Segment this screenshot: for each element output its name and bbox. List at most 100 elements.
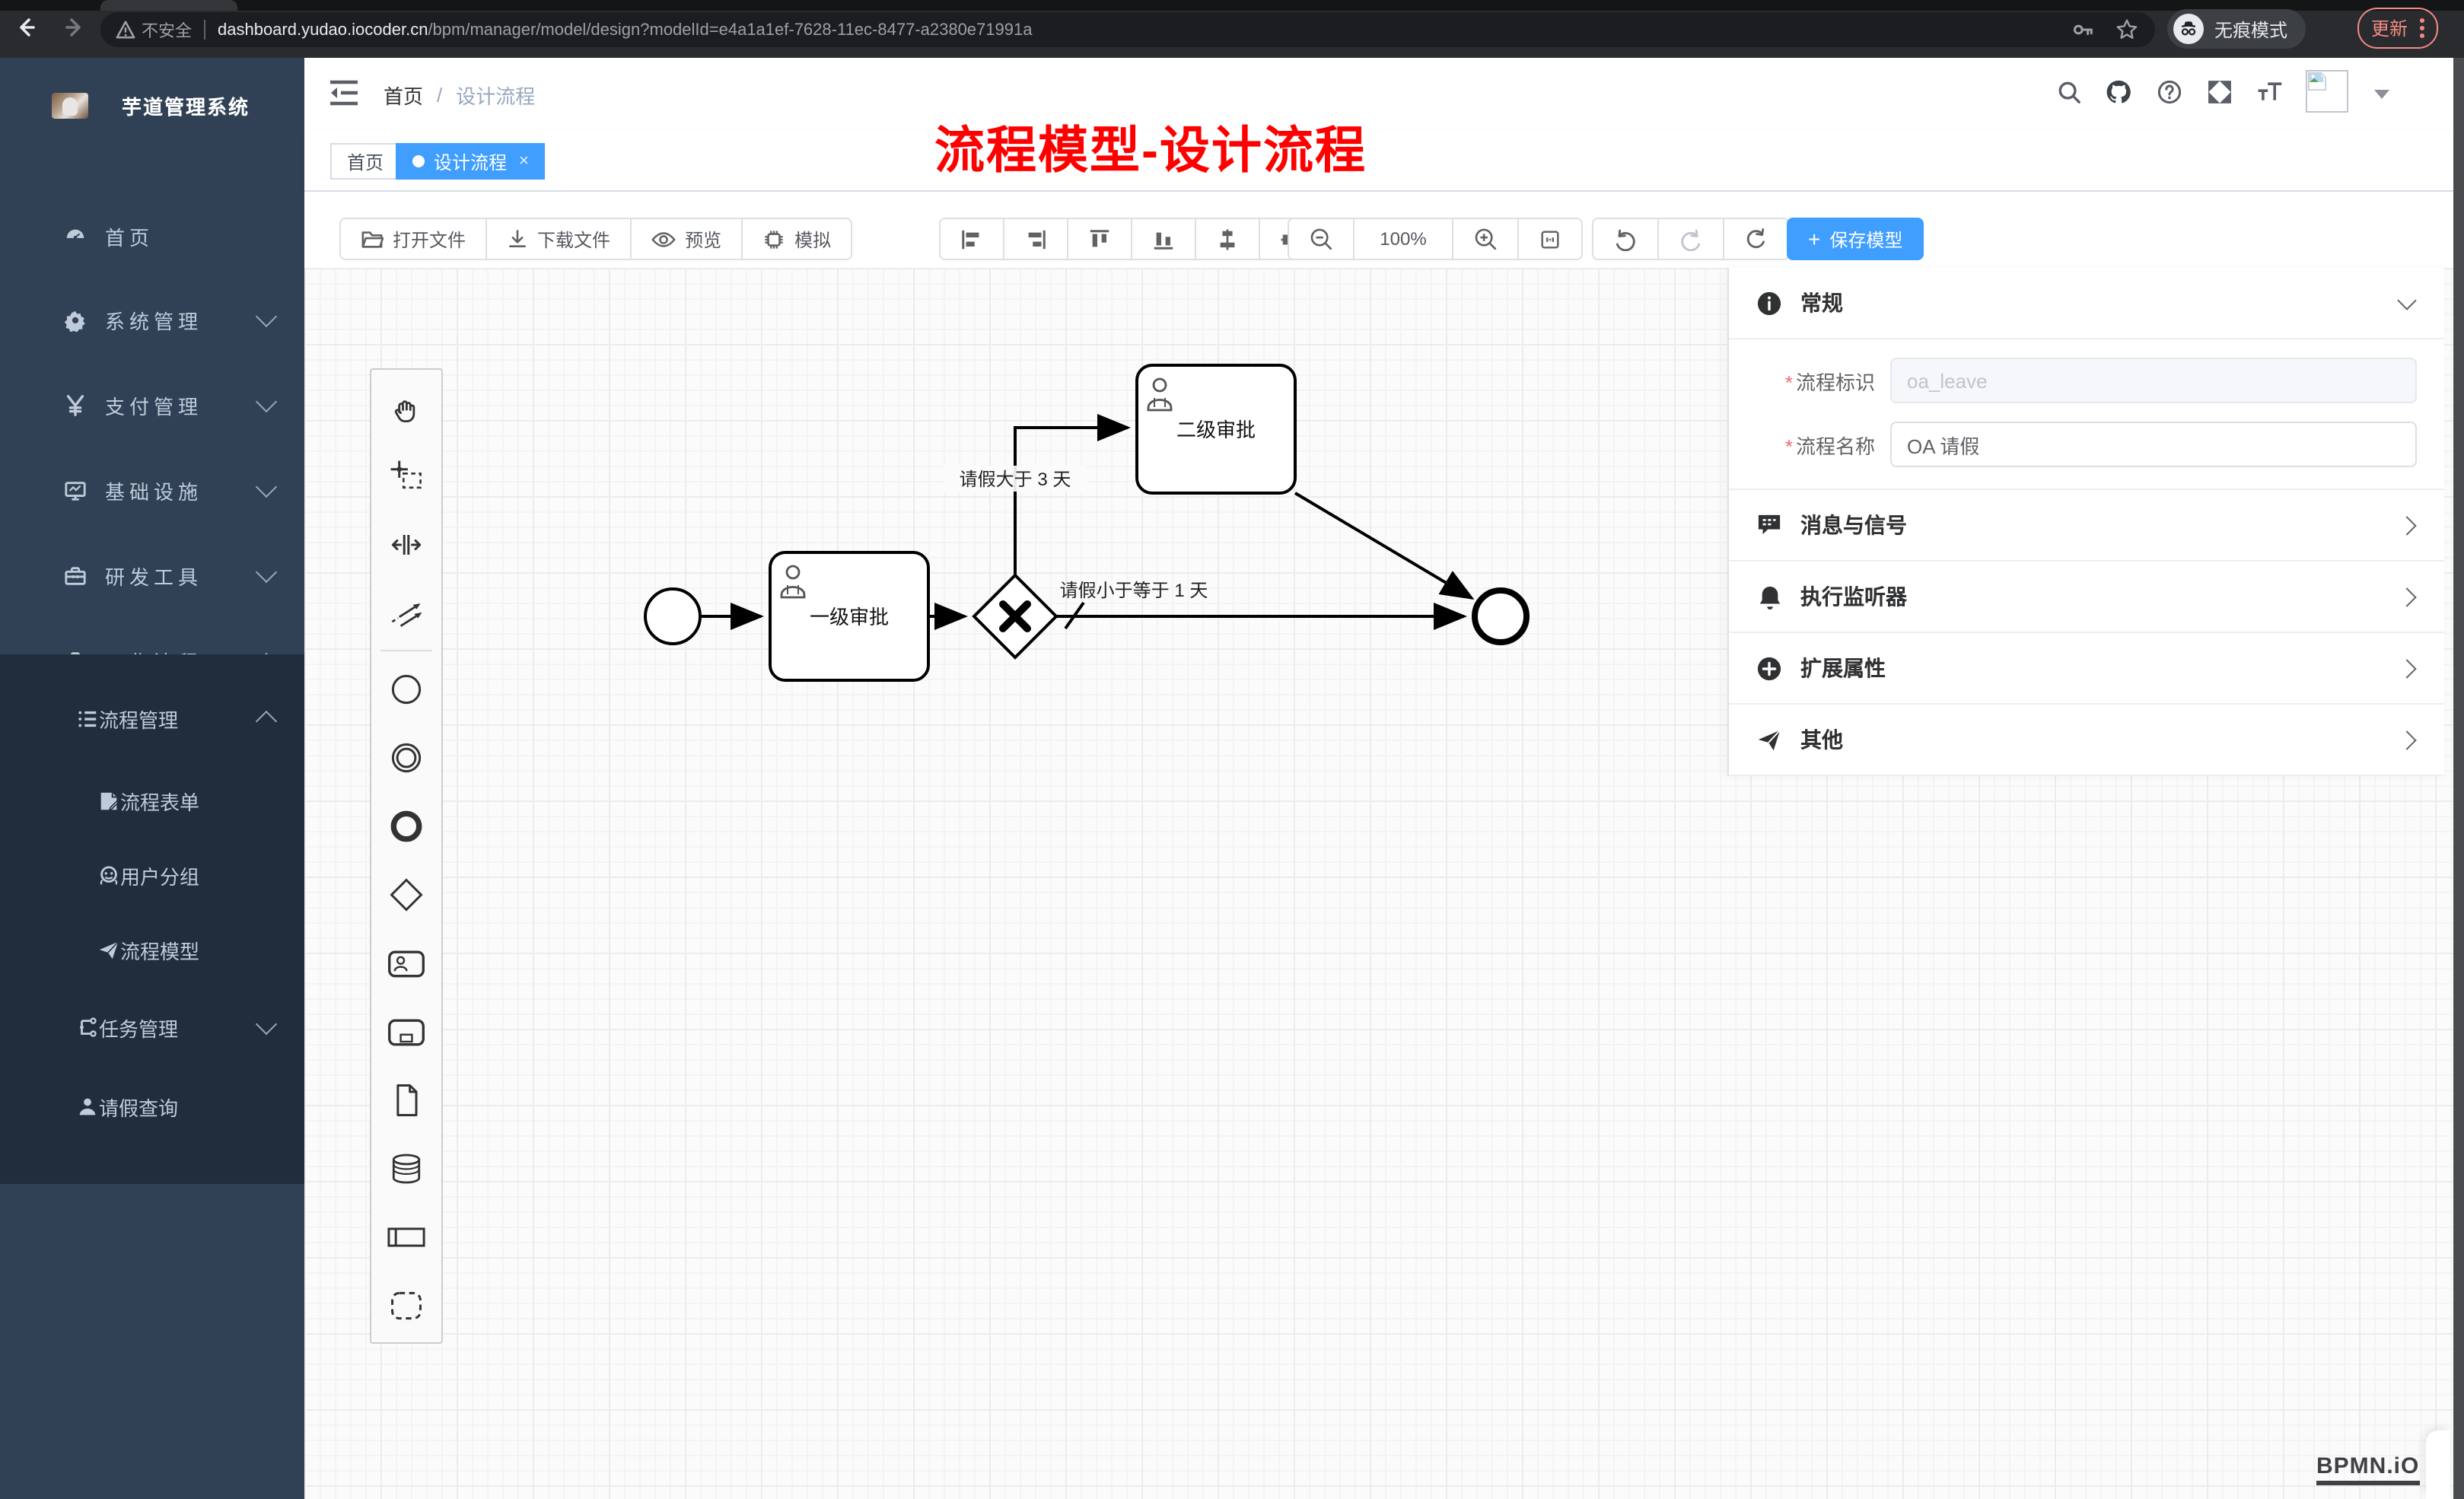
chevron-right-icon xyxy=(2397,730,2416,749)
browser-tab[interactable] xyxy=(100,0,237,11)
process-key-input[interactable] xyxy=(1890,358,2417,403)
flow-gateway-to-task2[interactable] xyxy=(1015,428,1128,575)
section-execution-listener[interactable]: 执行监听器 xyxy=(1729,562,2444,633)
process-name-label: *流程名称 xyxy=(1756,430,1875,459)
breadcrumb-home[interactable]: 首页 xyxy=(384,81,423,110)
sidebar-item-infra[interactable]: 基础设施 xyxy=(0,460,304,520)
create-subprocess[interactable] xyxy=(371,997,441,1065)
form-icon xyxy=(97,789,120,812)
create-start-event[interactable] xyxy=(371,654,441,723)
create-user-task[interactable] xyxy=(371,928,441,997)
sidebar-item-home[interactable]: 首页 xyxy=(0,205,304,266)
create-data-store[interactable] xyxy=(371,1134,441,1202)
people-icon xyxy=(97,864,120,886)
task1-label: 一级审批 xyxy=(810,606,889,629)
help-icon[interactable] xyxy=(2155,78,2182,105)
url-text[interactable]: dashboard.yudao.iocoder.cn/bpm/manager/m… xyxy=(218,21,1032,39)
chevron-down-icon xyxy=(256,391,277,412)
align-top-icon[interactable] xyxy=(1068,219,1132,259)
font-size-icon[interactable] xyxy=(2255,78,2283,105)
bpmn-canvas[interactable]: 一级审批 二级审批 请假大于 3 xyxy=(304,268,2453,1499)
space-tool[interactable] xyxy=(371,510,441,578)
tab-design-process[interactable]: 设计流程 × xyxy=(396,143,546,180)
create-participant[interactable] xyxy=(371,1202,441,1271)
sidebar-item-system[interactable]: 系统管理 xyxy=(0,289,304,350)
start-event[interactable] xyxy=(645,589,700,644)
bpmn-io-logo[interactable]: BPMN.iO xyxy=(2316,1453,2419,1485)
bookmark-star-icon[interactable] xyxy=(2114,17,2140,43)
zoom-out-button[interactable] xyxy=(1289,219,1355,259)
download-file-button[interactable]: 下载文件 xyxy=(487,219,632,259)
create-intermediate-event[interactable] xyxy=(371,723,441,791)
undo-button[interactable] xyxy=(1593,219,1659,259)
flow-task2-to-end[interactable] xyxy=(1295,493,1472,598)
folder-open-icon xyxy=(361,228,384,250)
align-bottom-icon[interactable] xyxy=(1132,219,1196,259)
section-general[interactable]: 常规 xyxy=(1729,268,2444,339)
process-name-input[interactable] xyxy=(1890,422,2417,467)
sidebar-item-leave-query[interactable]: 请假查询 xyxy=(0,1076,304,1137)
incognito-badge: 无痕模式 xyxy=(2167,9,2306,49)
preview-button[interactable]: 预览 xyxy=(632,219,743,259)
create-group[interactable] xyxy=(371,1271,441,1339)
align-center-vertical-icon[interactable] xyxy=(1196,219,1260,259)
zoom-in-button[interactable] xyxy=(1453,219,1519,259)
user-task-level2[interactable]: 二级审批 xyxy=(1137,365,1295,493)
search-icon[interactable] xyxy=(2055,78,2082,105)
section-other[interactable]: 其他 xyxy=(1729,705,2444,776)
align-right-icon[interactable] xyxy=(1004,219,1068,259)
sidebar-item-process-form[interactable]: 流程表单 xyxy=(0,770,304,831)
breadcrumb-current: 设计流程 xyxy=(456,81,535,110)
lasso-tool[interactable] xyxy=(371,441,441,510)
bpmn-palette xyxy=(370,368,443,1344)
github-icon[interactable] xyxy=(2105,78,2132,105)
section-messages-signals[interactable]: 消息与信号 xyxy=(1729,490,2444,562)
fullscreen-icon[interactable] xyxy=(2205,78,2233,105)
create-end-event[interactable] xyxy=(371,791,441,860)
simulate-button[interactable]: 模拟 xyxy=(743,219,851,259)
address-bar[interactable]: 不安全 dashboard.yudao.iocoder.cn/bpm/manag… xyxy=(100,12,2155,47)
browser-menu-icon[interactable] xyxy=(2420,18,2424,38)
chip-icon xyxy=(762,228,785,250)
application-window: 不安全 dashboard.yudao.iocoder.cn/bpm/manag… xyxy=(0,0,2464,1499)
sidebar-item-task-mgmt[interactable]: 任务管理 xyxy=(0,997,304,1058)
user-task-level1[interactable]: 一级审批 xyxy=(770,552,928,680)
security-label: 不安全 xyxy=(142,18,192,42)
end-event[interactable] xyxy=(1475,590,1526,642)
section-extended-attrs[interactable]: 扩展属性 xyxy=(1729,633,2444,705)
sidebar-item-payment[interactable]: 支付管理 xyxy=(0,374,304,435)
hand-tool[interactable] xyxy=(371,373,441,441)
zoom-reset-button[interactable] xyxy=(1519,219,1581,259)
create-gateway[interactable] xyxy=(371,860,441,928)
avatar-caret-icon[interactable] xyxy=(2374,90,2389,99)
page-scrollbar[interactable] xyxy=(2453,58,2464,1499)
sidebar-item-process-mgmt[interactable]: 流程管理 xyxy=(0,688,304,749)
open-file-button[interactable]: 打开文件 xyxy=(341,219,487,259)
update-label: 更新 xyxy=(2371,15,2408,41)
align-left-icon[interactable] xyxy=(941,219,1004,259)
create-data-object[interactable] xyxy=(371,1065,441,1134)
sidebar: 芋道管理系统 首页 系统管理 支付管理 基础设施 研发工具 工作流 xyxy=(0,58,304,1499)
logo-image xyxy=(52,92,88,118)
save-model-button[interactable]: + 保存模型 xyxy=(1787,218,1924,260)
key-icon[interactable] xyxy=(2070,17,2096,43)
sidebar-item-devtools[interactable]: 研发工具 xyxy=(0,545,304,606)
back-icon[interactable] xyxy=(12,14,40,41)
update-button[interactable]: 更新 xyxy=(2357,8,2438,49)
forward-icon[interactable] xyxy=(61,14,88,41)
tab-home[interactable]: 首页 xyxy=(330,143,400,180)
sidebar-item-process-model[interactable]: 流程模型 xyxy=(0,919,304,980)
required-star: * xyxy=(1785,371,1793,393)
app-logo[interactable]: 芋道管理系统 xyxy=(0,67,304,143)
tab-close-icon[interactable]: × xyxy=(519,152,529,170)
restart-button[interactable] xyxy=(1724,219,1788,259)
avatar[interactable] xyxy=(2306,70,2348,113)
exclusive-gateway[interactable] xyxy=(974,575,1056,657)
sidebar-item-user-group[interactable]: 用户分组 xyxy=(0,845,304,905)
global-connect-tool[interactable] xyxy=(371,578,441,647)
redo-button[interactable] xyxy=(1659,219,1724,259)
flow-label-gt3[interactable]: 请假大于 3 天 xyxy=(944,466,1087,492)
not-secure-warning[interactable]: 不安全 xyxy=(116,18,192,42)
flow-label-le1[interactable]: 请假小于等于 1 天 xyxy=(1060,581,1208,601)
sidebar-collapse-icon[interactable] xyxy=(329,79,359,107)
